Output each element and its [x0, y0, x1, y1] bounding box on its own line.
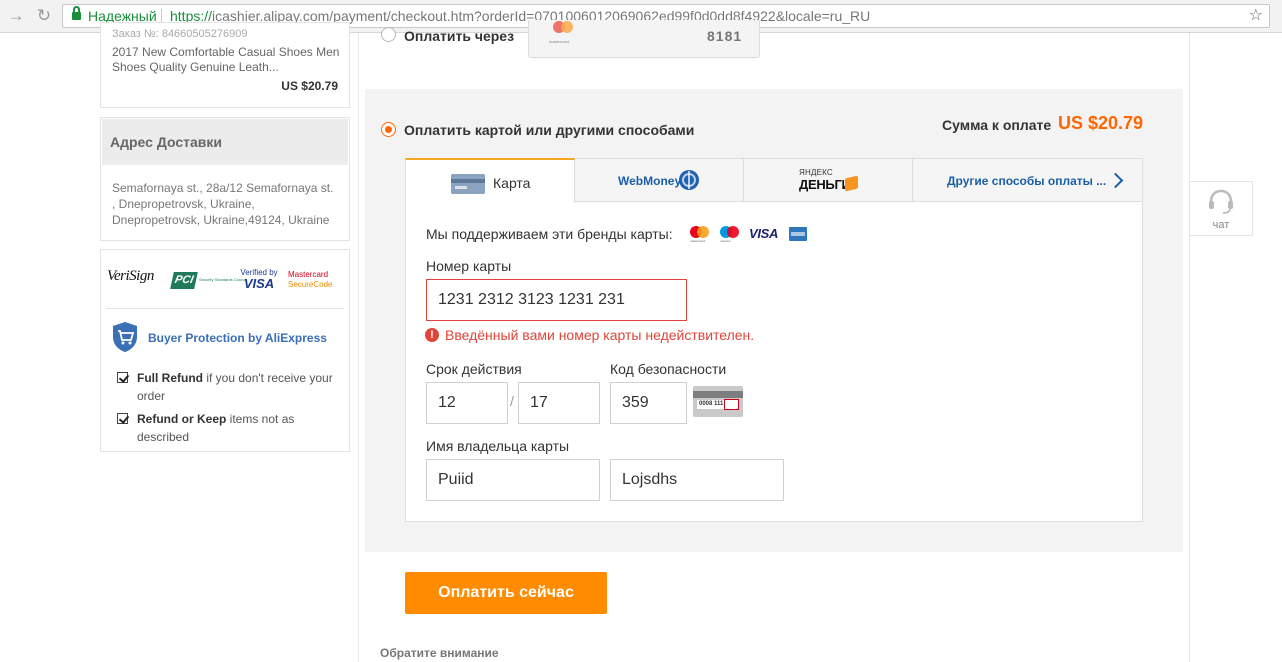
verified-by-visa-logo: Verified by VISA — [240, 268, 278, 291]
tab-card[interactable]: Карта — [405, 158, 575, 203]
product-title[interactable]: 2017 New Comfortable Casual Shoes Men Sh… — [112, 45, 340, 75]
maestro-icon: maestro — [719, 226, 741, 243]
payment-tabs: Карта WebMoney ЯНДЕКС ДЕНЬГИ Другие спос… — [405, 158, 1143, 203]
credit-card-icon — [451, 174, 485, 194]
cvv-hint-card-icon: 0008 111 — [693, 386, 743, 417]
trust-panel: VeriSign PCI Security Standards Council … — [100, 249, 350, 452]
headset-icon — [1209, 189, 1233, 214]
chat-widget[interactable]: чат — [1189, 181, 1253, 236]
card-number-input[interactable]: 1231 2312 3123 1231 231 — [426, 279, 687, 321]
lock-icon — [72, 6, 81, 21]
buyer-protection-title[interactable]: Buyer Protection by AliExpress — [148, 331, 327, 345]
tab-yandex-money[interactable]: ЯНДЕКС ДЕНЬГИ — [743, 158, 913, 202]
pay-now-button[interactable]: Оплатить сейчас — [405, 572, 607, 614]
note-heading: Обратите внимание — [380, 646, 499, 660]
visa-icon: VISA — [749, 226, 779, 241]
divider — [106, 308, 344, 309]
expiry-separator: / — [510, 393, 514, 409]
cardholder-label: Имя владельца карты — [426, 438, 570, 454]
shipping-address: Адрес Доставки Semafornaya st., 28a/12 S… — [100, 117, 350, 241]
checkbox-icon — [117, 372, 128, 383]
tab-webmoney[interactable]: WebMoney — [574, 158, 744, 202]
cvv-label: Код безопасности — [610, 361, 727, 377]
wallet-icon — [845, 175, 858, 192]
protection-item: Full Refund if you don't receive your or… — [117, 369, 342, 405]
address-heading: Адрес Доставки — [102, 119, 348, 165]
protection-item: Refund or Keep items not as described — [117, 410, 342, 446]
mastercard-securecode-logo: Mastercard SecureCode — [288, 270, 333, 289]
error-icon: ! — [425, 328, 439, 342]
tab-other-methods[interactable]: Другие способы оплаты ... — [912, 158, 1143, 202]
bookmark-star-icon[interactable]: ☆ — [1249, 5, 1263, 27]
saved-card-digits: 8181 — [707, 28, 743, 44]
cvv-input[interactable]: 359 — [610, 382, 687, 424]
expiry-month-input[interactable]: 12 — [426, 382, 508, 424]
card-payment-label[interactable]: Оплатить картой или другими способами — [404, 122, 694, 138]
brands-label: Мы поддерживаем эти бренды карты: — [426, 226, 673, 242]
mastercard-icon — [553, 21, 577, 36]
reload-icon[interactable]: ↻ — [34, 6, 54, 26]
chat-label: чат — [1212, 219, 1230, 231]
saved-card[interactable]: mastercard 8181 — [528, 20, 760, 58]
order-summary: Заказ №: 84660505276909 2017 New Comfort… — [100, 22, 350, 108]
pci-logo: PCI Security Standards Council — [170, 272, 247, 298]
last-name-input[interactable]: Lojsdhs — [610, 459, 784, 501]
security-logos: VeriSign PCI Security Standards Council … — [106, 268, 346, 294]
card-number-label: Номер карты — [426, 258, 512, 274]
chevron-right-icon[interactable] — [1107, 172, 1124, 189]
verisign-logo: VeriSign — [107, 268, 154, 284]
mastercard-icon: mastercard — [689, 226, 711, 243]
forward-arrow-icon[interactable]: → — [6, 6, 26, 26]
address-text: Semafornaya st., 28a/12 Semafornaya st. … — [112, 181, 334, 227]
product-price: US $20.79 — [281, 79, 338, 93]
amex-icon — [789, 227, 807, 241]
order-number: Заказ №: 84660505276909 — [112, 28, 248, 40]
saved-card-radio[interactable] — [381, 27, 396, 42]
amount-value: US $20.79 — [1058, 113, 1144, 133]
expiry-year-input[interactable]: 17 — [518, 382, 600, 424]
webmoney-globe-icon — [679, 170, 699, 190]
expiry-label: Срок действия — [426, 361, 522, 377]
saved-method-label: Оплатить через — [404, 28, 515, 44]
first-name-input[interactable]: Puiid — [426, 459, 600, 501]
card-payment-radio[interactable] — [381, 122, 396, 137]
shield-cart-icon — [113, 322, 137, 352]
amount-label: Сумма к оплате — [942, 117, 1052, 133]
checkbox-icon — [117, 413, 128, 424]
card-number-error: Введённый вами номер карты недействителе… — [445, 327, 755, 343]
